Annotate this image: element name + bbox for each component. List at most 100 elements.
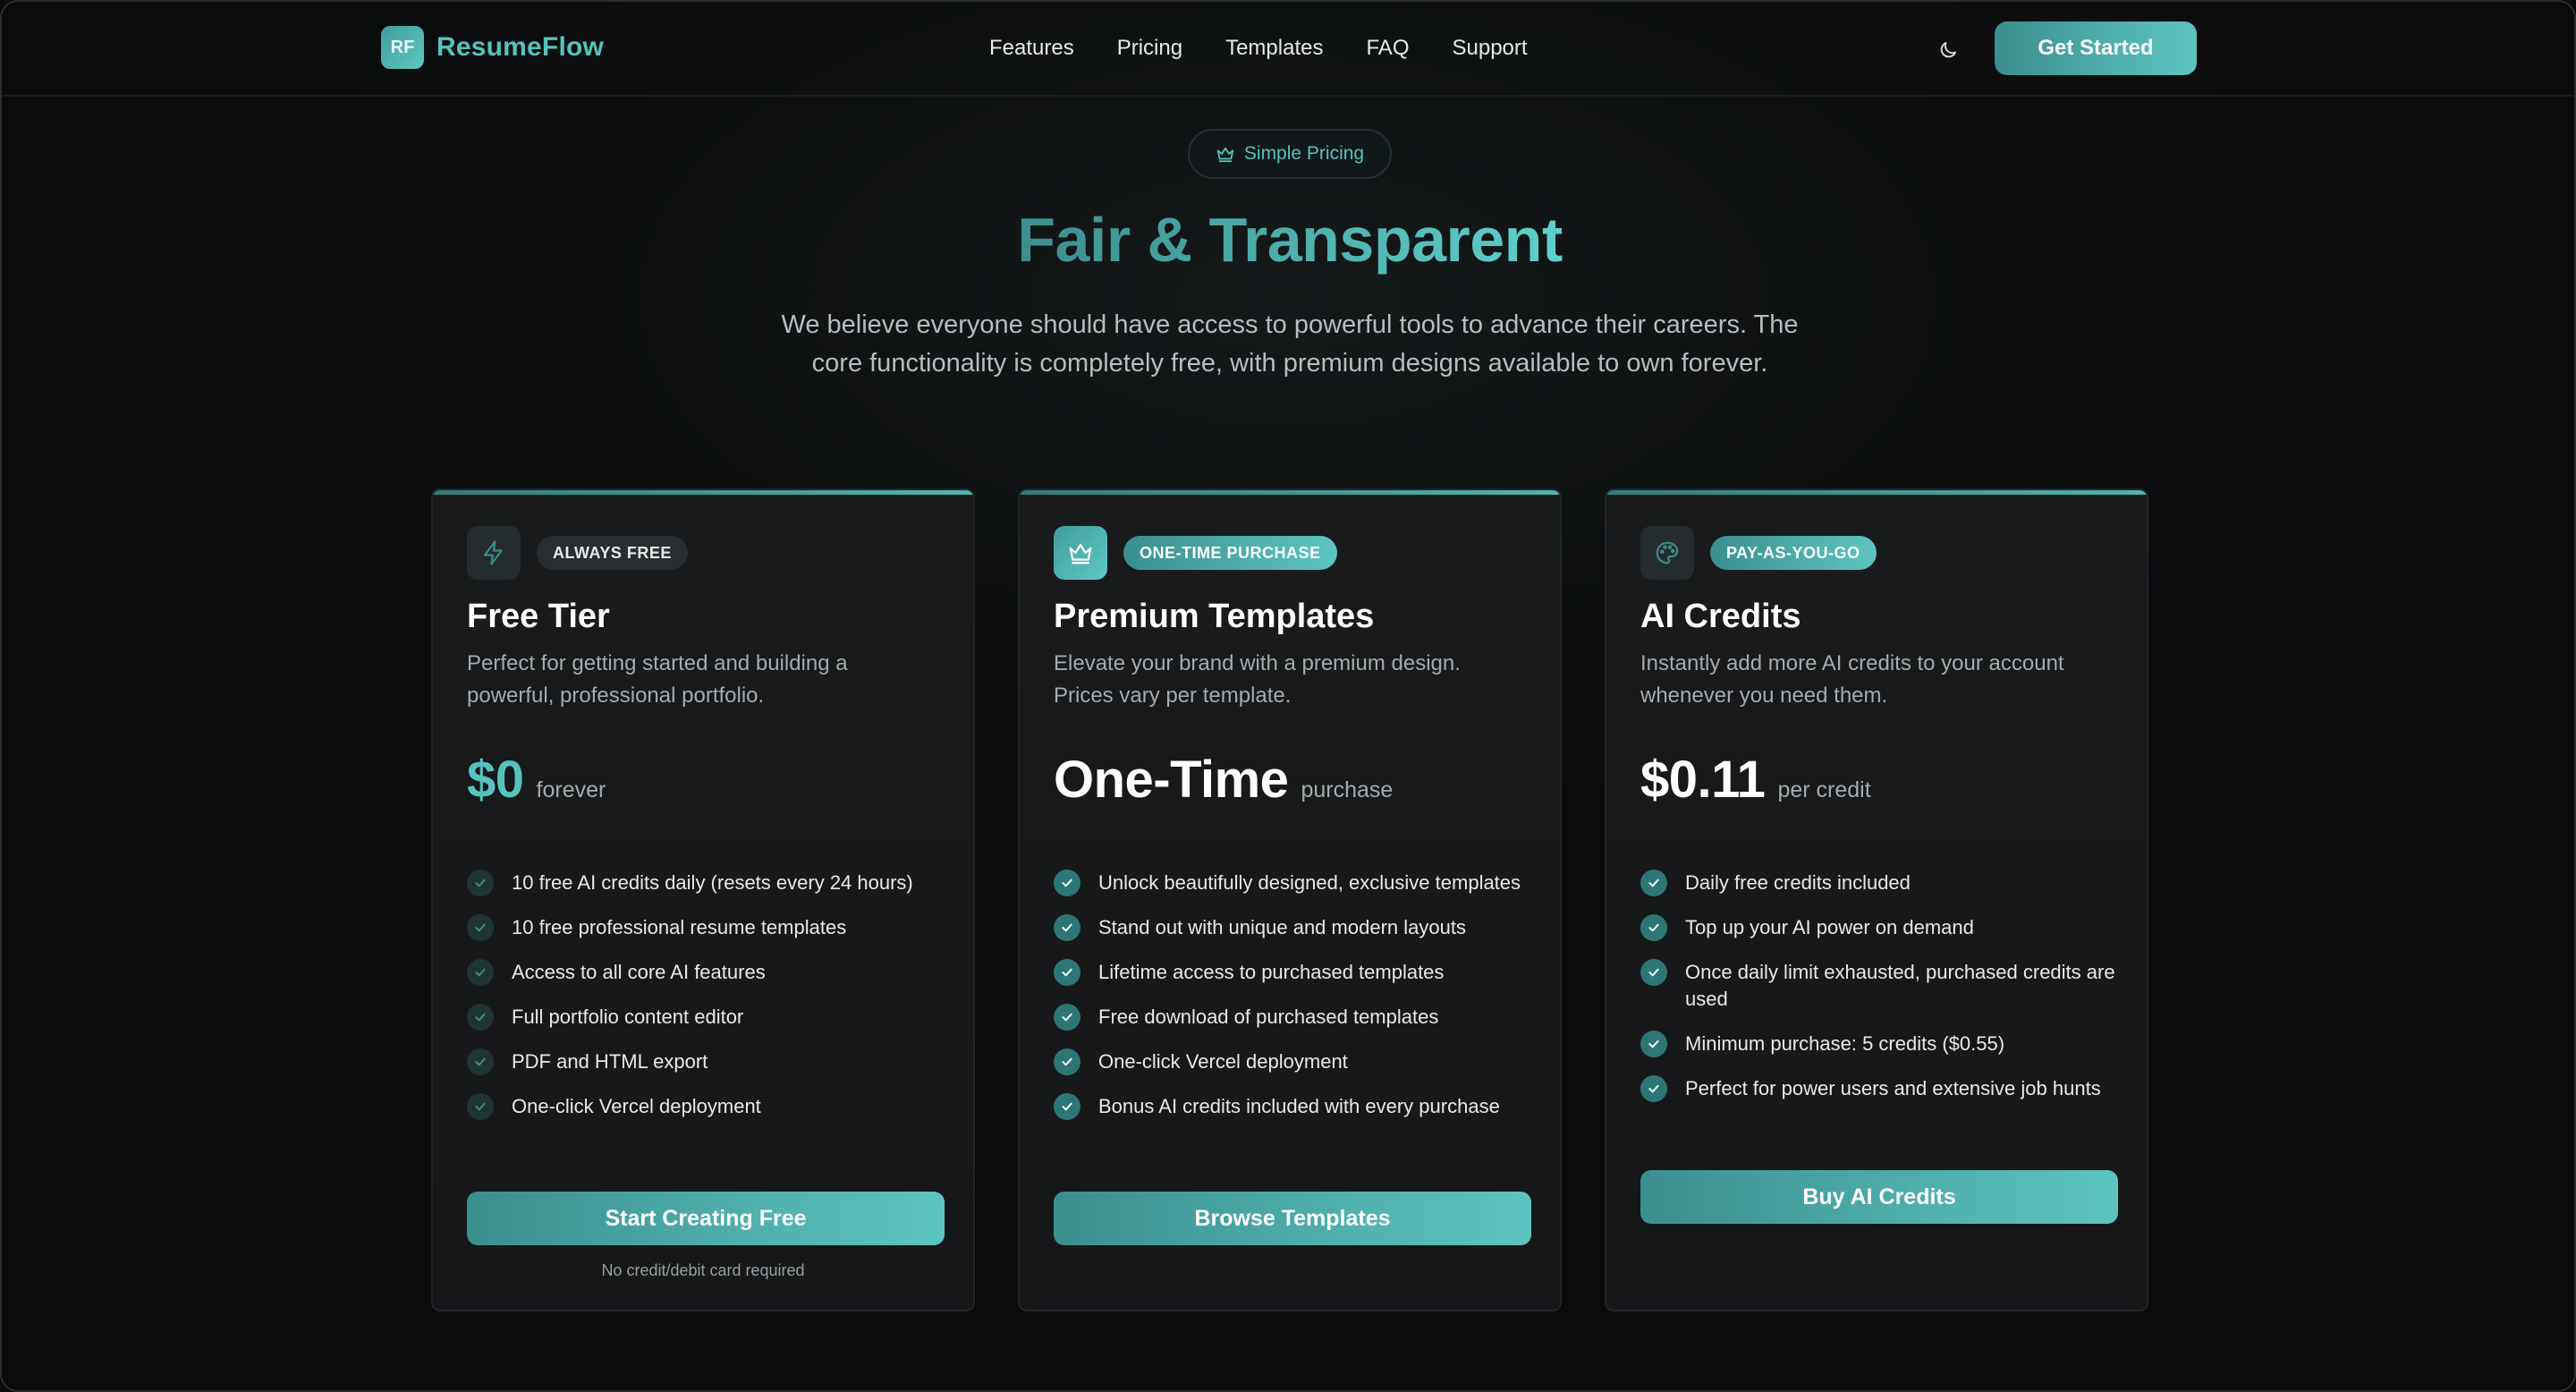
check-icon <box>1054 870 1080 896</box>
nav-link-templates[interactable]: Templates <box>1225 36 1323 61</box>
pricing-page: RF ResumeFlow Features Pricing Templates… <box>0 0 2576 1392</box>
nav-link-faq[interactable]: FAQ <box>1366 36 1409 61</box>
plan-title: AI Credits <box>1640 598 1801 635</box>
moon-icon <box>1940 42 1956 58</box>
feature-item: Top up your AI power on demand <box>1640 914 2123 941</box>
feature-text: Once daily limit exhausted, purchased cr… <box>1685 961 2115 1010</box>
price-suffix: per credit <box>1777 777 1871 802</box>
nav-link-features[interactable]: Features <box>989 36 1074 61</box>
feature-list: Daily free credits included Top up your … <box>1640 870 2123 1120</box>
price-suffix: purchase <box>1301 777 1394 802</box>
check-icon <box>467 959 494 986</box>
plan-description: Instantly add more AI credits to your ac… <box>1640 651 2064 708</box>
check-icon <box>1054 914 1080 941</box>
feature-item: Daily free credits included <box>1640 870 2123 896</box>
get-started-button[interactable]: Get Started <box>1995 21 2197 75</box>
card-header: ALWAYS FREE <box>467 526 688 580</box>
feature-list: 10 free AI credits daily (resets every 2… <box>467 870 950 1138</box>
nav-links: Features Pricing Templates FAQ Support <box>989 30 1528 66</box>
check-icon <box>1054 1093 1080 1120</box>
price-amount: $0.11 <box>1640 751 1766 809</box>
buy-ai-credits-button[interactable]: Buy AI Credits <box>1640 1170 2118 1224</box>
feature-item: One-click Vercel deployment <box>467 1093 950 1120</box>
plan-title: Premium Templates <box>1054 598 1375 635</box>
feature-item: One-click Vercel deployment <box>1054 1048 1537 1075</box>
plan-price: $0.11 per credit <box>1640 750 1871 810</box>
plan-price: One-Time purchase <box>1054 750 1393 810</box>
plan-icon-box <box>1640 526 1694 580</box>
check-icon <box>1054 1004 1080 1031</box>
feature-item: Bonus AI credits included with every pur… <box>1054 1093 1537 1120</box>
check-icon <box>1640 870 1667 896</box>
plan-card-ai-credits: PAY-AS-YOU-GO AI Credits Instantly add m… <box>1605 488 2148 1311</box>
check-icon <box>467 914 494 941</box>
brand-name: ResumeFlow <box>436 32 605 62</box>
feature-text: 10 free professional resume templates <box>512 916 847 938</box>
lightning-icon <box>483 540 503 565</box>
hero-subtitle: We believe everyone should have access t… <box>781 310 1799 378</box>
feature-text: Full portfolio content editor <box>512 1006 744 1028</box>
feature-item: Unlock beautifully designed, exclusive t… <box>1054 870 1537 896</box>
check-icon <box>1054 959 1080 986</box>
feature-item: Minimum purchase: 5 credits ($0.55) <box>1640 1031 2123 1057</box>
logo-mark: RF <box>381 26 424 69</box>
check-icon <box>1640 914 1667 941</box>
feature-text: One-click Vercel deployment <box>512 1095 761 1117</box>
feature-list: Unlock beautifully designed, exclusive t… <box>1054 870 1537 1138</box>
check-icon <box>1640 1031 1667 1057</box>
feature-text: Access to all core AI features <box>512 961 766 983</box>
feature-text: 10 free AI credits daily (resets every 2… <box>512 871 913 894</box>
pill-label: Simple Pricing <box>1243 143 1365 164</box>
simple-pricing-pill: Simple Pricing <box>1188 129 1392 179</box>
feature-text: Bonus AI credits included with every pur… <box>1098 1095 1500 1117</box>
feature-text: Top up your AI power on demand <box>1685 916 1974 938</box>
hero-title: Fair & Transparent <box>2 204 2574 276</box>
feature-item: 10 free professional resume templates <box>467 914 950 941</box>
check-icon <box>467 870 494 896</box>
plan-description: Perfect for getting started and building… <box>467 651 848 708</box>
feature-item: Stand out with unique and modern layouts <box>1054 914 1537 941</box>
hero-title-text: Fair & Transparent <box>1017 205 1563 275</box>
feature-item: PDF and HTML export <box>467 1048 950 1075</box>
top-navbar: RF ResumeFlow Features Pricing Templates… <box>2 2 2574 97</box>
plan-badge: PAY-AS-YOU-GO <box>1710 536 1877 570</box>
price-suffix: forever <box>536 777 606 802</box>
feature-item: Once daily limit exhausted, purchased cr… <box>1640 959 2123 1013</box>
feature-item: Access to all core AI features <box>467 959 950 986</box>
browse-templates-button[interactable]: Browse Templates <box>1054 1192 1531 1245</box>
check-icon <box>1640 1075 1667 1102</box>
price-amount: $0 <box>467 751 524 809</box>
check-icon <box>1054 1048 1080 1075</box>
feature-text: Lifetime access to purchased templates <box>1098 961 1445 983</box>
theme-toggle-button[interactable] <box>1930 32 1966 68</box>
card-header: ONE-TIME PURCHASE <box>1054 526 1337 580</box>
crown-icon <box>1216 147 1234 163</box>
check-icon <box>467 1004 494 1031</box>
plan-description: Elevate your brand with a premium design… <box>1054 651 1461 708</box>
feature-text: Perfect for power users and extensive jo… <box>1685 1077 2101 1099</box>
feature-item: Full portfolio content editor <box>467 1004 950 1031</box>
feature-text: One-click Vercel deployment <box>1098 1050 1348 1073</box>
nav-link-support[interactable]: Support <box>1452 36 1527 61</box>
plan-badge: ONE-TIME PURCHASE <box>1123 536 1337 570</box>
plan-icon-box <box>467 526 521 580</box>
price-amount: One-Time <box>1054 751 1289 809</box>
feature-item: Free download of purchased templates <box>1054 1004 1537 1031</box>
plan-card-free: ALWAYS FREE Free Tier Perfect for gettin… <box>431 488 975 1311</box>
feature-text: Free download of purchased templates <box>1098 1006 1439 1028</box>
feature-text: Daily free credits included <box>1685 871 1911 894</box>
check-icon <box>467 1048 494 1075</box>
check-icon <box>1640 959 1667 986</box>
plan-title: Free Tier <box>467 598 610 635</box>
feature-item: 10 free AI credits daily (resets every 2… <box>467 870 950 896</box>
feature-text: Minimum purchase: 5 credits ($0.55) <box>1685 1032 2005 1055</box>
feature-item: Lifetime access to purchased templates <box>1054 959 1537 986</box>
plan-icon-box <box>1054 526 1107 580</box>
palette-icon <box>1656 541 1679 564</box>
start-creating-free-button[interactable]: Start Creating Free <box>467 1192 945 1245</box>
nav-link-pricing[interactable]: Pricing <box>1117 36 1182 61</box>
card-header: PAY-AS-YOU-GO <box>1640 526 1877 580</box>
no-card-note: No credit/debit card required <box>601 1261 805 1279</box>
brand-logo[interactable]: RF ResumeFlow <box>381 25 604 70</box>
plan-card-premium: ONE-TIME PURCHASE Premium Templates Elev… <box>1018 488 1562 1311</box>
